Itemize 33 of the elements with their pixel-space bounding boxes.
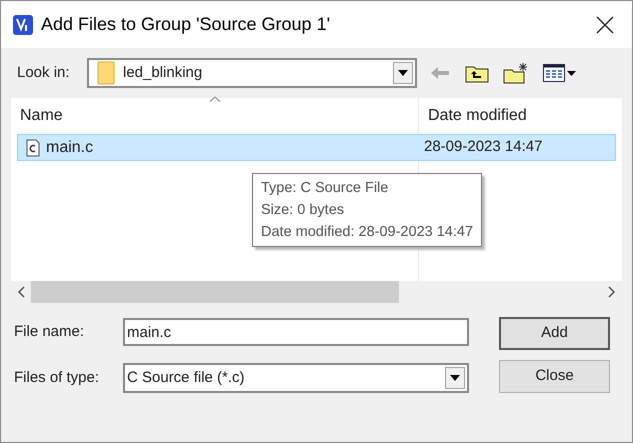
scroll-left-icon[interactable] (17, 286, 25, 298)
caret-icon (567, 70, 576, 76)
files-of-type-dropdown[interactable]: C Source file (*.c) (123, 363, 469, 393)
tooltip-line: Size: 0 bytes (261, 201, 346, 220)
files-of-type-value: C Source file (*.c) (127, 368, 246, 388)
file-name-label: File name: (14, 322, 86, 342)
look-in-label: Look in: (17, 62, 71, 83)
files-of-type-label: Files of type: (14, 368, 100, 388)
view-grid-icon (543, 64, 565, 82)
tooltip-line: Type: C Source File (261, 179, 390, 198)
look-in-value: led_blinking (123, 62, 204, 83)
look-in-dropdown[interactable]: led_blinking (87, 58, 417, 88)
dialog-button[interactable]: Close (499, 360, 610, 393)
scroll-right-icon[interactable] (608, 286, 616, 298)
dialog-button[interactable]: Add (499, 317, 610, 350)
window-title: Add Files to Group 'Source Group 1' (41, 13, 330, 36)
folder-icon (97, 61, 115, 85)
dropdown-arrow-button[interactable] (445, 367, 465, 389)
scrollbar-thumb[interactable] (31, 281, 399, 303)
file-row[interactable]: main.c 28-09-2023 14:47 (17, 134, 616, 161)
view-menu-button[interactable] (543, 64, 576, 82)
c-file-icon (26, 138, 40, 156)
new-folder-icon[interactable] (503, 62, 529, 84)
dropdown-arrow-button[interactable] (393, 62, 413, 84)
file-date: 28-09-2023 14:47 (423, 137, 544, 158)
tooltip-line: Date modified: 28-09-2023 14:47 (261, 223, 474, 242)
close-icon (596, 16, 614, 34)
app-logo-icon (13, 14, 33, 34)
file-name: main.c (46, 138, 94, 158)
caret-icon (398, 70, 408, 76)
column-header[interactable]: Date modified (419, 98, 622, 134)
caret-icon (450, 375, 460, 381)
file-name-field[interactable]: main.c (123, 318, 469, 346)
